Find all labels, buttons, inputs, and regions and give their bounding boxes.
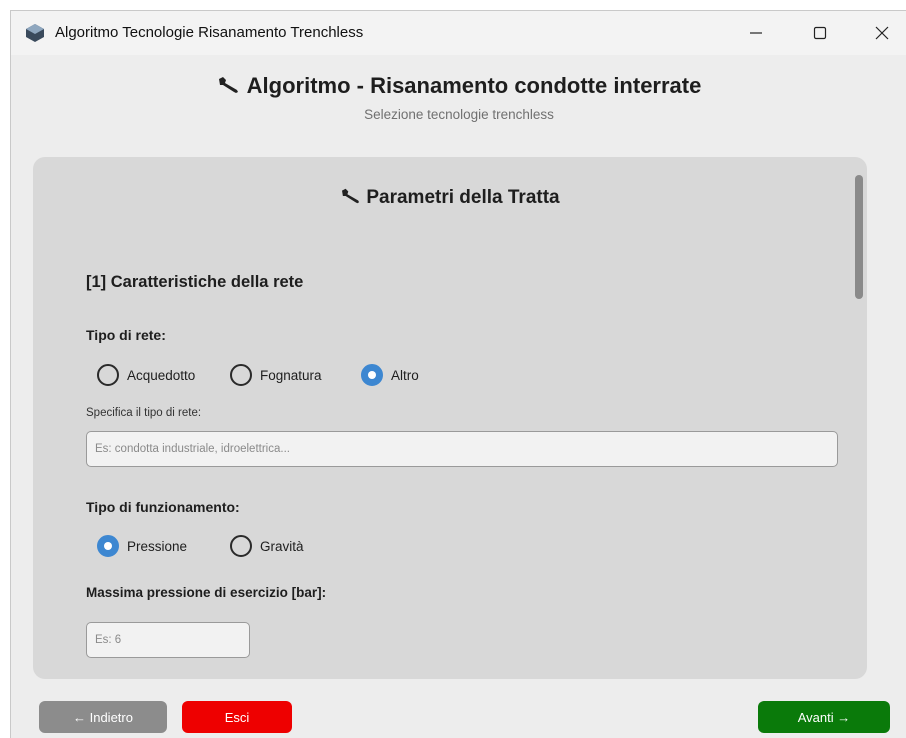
radio-gravita[interactable]: Gravità [230, 535, 304, 557]
app-window: Algoritmo Tecnologie Risanamento Trenchl… [10, 10, 906, 738]
radio-altro[interactable]: Altro [361, 364, 419, 386]
radio-circle[interactable] [361, 364, 383, 386]
radio-label: Altro [391, 367, 419, 383]
exit-button[interactable]: Esci [182, 701, 292, 733]
wrench-icon [218, 77, 238, 93]
radio-acquedotto[interactable]: Acquedotto [97, 364, 195, 386]
minimize-icon [750, 32, 762, 34]
maximize-icon [813, 26, 827, 40]
back-button[interactable]: ← Indietro [39, 701, 167, 733]
specifica-label: Specifica il tipo di rete: [86, 407, 202, 419]
pressione-label: Massima pressione di esercizio [bar]: [86, 585, 327, 600]
tipo-funzionamento-label: Tipo di funzionamento: [86, 499, 240, 515]
app-logo-icon [26, 24, 44, 42]
radio-label: Fognatura [260, 367, 322, 383]
card-title: Parametri della Tratta [33, 187, 867, 209]
close-button[interactable] [859, 11, 905, 55]
minimize-button[interactable] [733, 11, 779, 55]
radio-circle[interactable] [97, 364, 119, 386]
pressione-input[interactable] [86, 622, 250, 658]
specifica-input[interactable] [86, 431, 838, 467]
radio-pressione[interactable]: Pressione [97, 535, 187, 557]
card-title-text: Parametri della Tratta [366, 187, 560, 208]
close-icon [875, 26, 889, 40]
scrollbar-thumb[interactable] [855, 175, 863, 299]
tipo-rete-label: Tipo di rete: [86, 327, 166, 343]
radio-circle[interactable] [230, 364, 252, 386]
maximize-button[interactable] [797, 11, 843, 55]
page-subtitle: Selezione tecnologie trenchless [364, 107, 554, 122]
page-title: Algoritmo - Risanamento condotte interra… [11, 73, 906, 99]
window-title: Algoritmo Tecnologie Risanamento Trenchl… [55, 24, 364, 41]
next-button[interactable]: Avanti → [758, 701, 890, 733]
radio-circle[interactable] [97, 535, 119, 557]
radio-fognatura[interactable]: Fognatura [230, 364, 322, 386]
section-title: [1] Caratteristiche della rete [86, 273, 304, 291]
wrench-icon [342, 188, 360, 204]
radio-label: Gravità [260, 538, 304, 554]
radio-label: Acquedotto [127, 367, 196, 383]
page-title-text: Algoritmo - Risanamento condotte interra… [246, 73, 702, 98]
radio-circle[interactable] [230, 535, 252, 557]
parameters-card: Parametri della Tratta [1] Caratteristic… [33, 157, 867, 679]
radio-label: Pressione [127, 538, 188, 554]
title-bar: Algoritmo Tecnologie Risanamento Trenchl… [11, 11, 906, 55]
